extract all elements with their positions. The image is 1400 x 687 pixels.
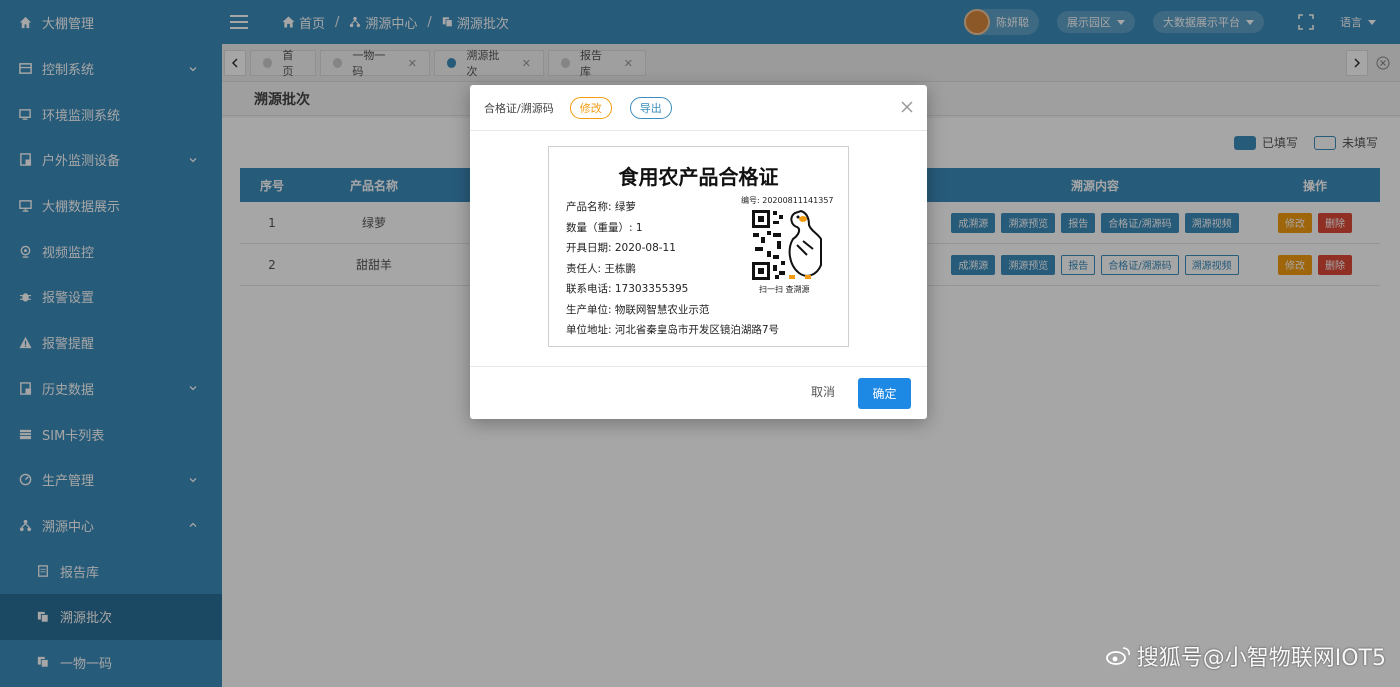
modal-export-button[interactable]: 导出: [629, 96, 672, 119]
watermark: 搜狐号@小智物联网IOT5: [1105, 640, 1386, 672]
certificate-number: 编号: 20200811141357: [741, 196, 834, 205]
qr-caption: 扫一扫 查溯源: [759, 285, 810, 294]
cert-line-address: 单位地址: 河北省秦皇岛市开发区镜泊湖路7号: [566, 324, 780, 336]
cancel-button[interactable]: 取消: [811, 383, 835, 400]
cert-line-producer: 生产单位: 物联网智慧农业示范: [566, 303, 710, 316]
modal-edit-button[interactable]: 修改: [569, 96, 612, 119]
certificate-details: 产品名称: 绿萝 数量（重量）: 1 开具日期: 2020-08-11 责任人:…: [566, 197, 779, 341]
close-icon[interactable]: [899, 99, 915, 115]
modal-footer: 取消 确定: [470, 366, 927, 419]
cert-line-phone: 联系电话: 17303355395: [566, 283, 689, 295]
weibo-logo-icon: [1105, 647, 1130, 665]
cert-line-quantity: 数量（重量）: 1: [566, 221, 643, 234]
confirm-button[interactable]: 确定: [858, 378, 911, 409]
certificate-card: 食用农产品合格证 产品名称: 绿萝 数量（重量）: 1 开具日期: 2020-0…: [548, 146, 849, 347]
modal-header: 合格证/溯源码 修改 导出: [470, 85, 927, 131]
watermark-text: 搜狐号@小智物联网IOT5: [1136, 646, 1386, 671]
cert-line-responsible: 责任人: 王栋鹏: [566, 262, 636, 275]
modal-title: 合格证/溯源码: [484, 101, 554, 115]
certificate-title: 食用农产品合格证: [618, 165, 779, 189]
cert-line-date: 开具日期: 2020-08-11: [566, 242, 676, 254]
qr-code-icon: [751, 209, 823, 281]
certificate-modal: 合格证/溯源码 修改 导出 食用农产品合格证 产品名称: 绿萝 数量（重量）: …: [470, 85, 927, 419]
